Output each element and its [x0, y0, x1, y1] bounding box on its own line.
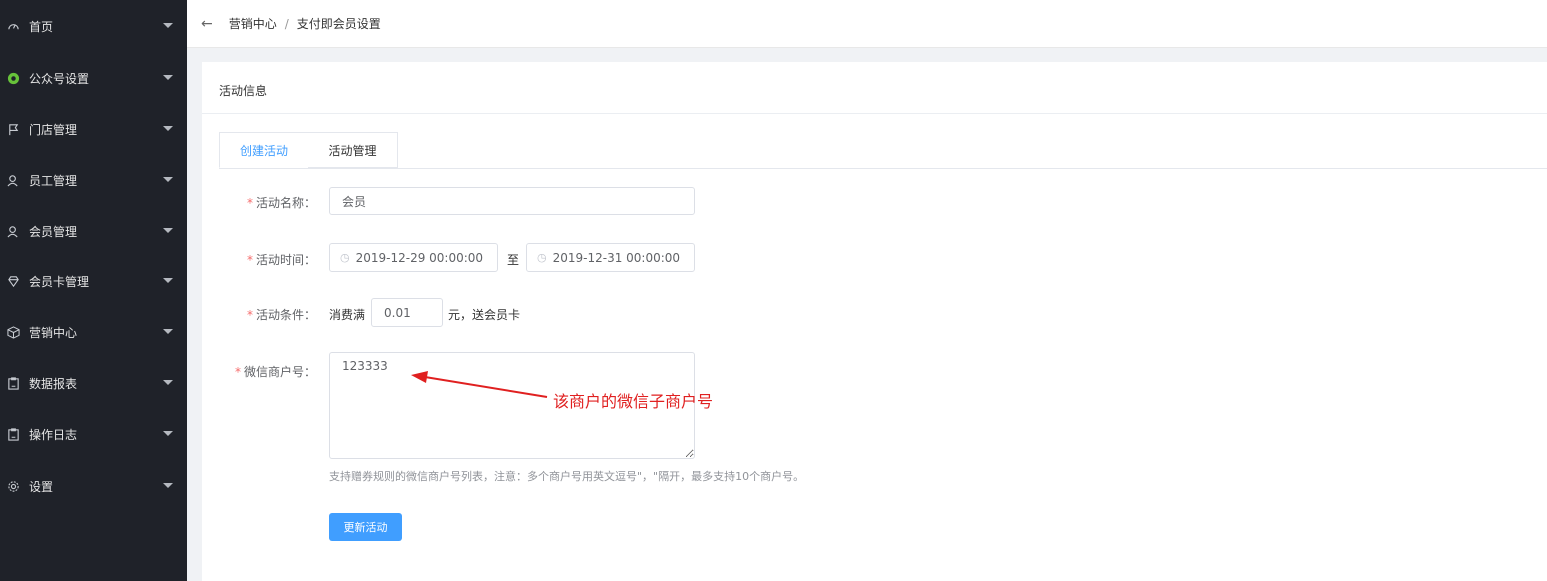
merchant-id-hint: 支持赠券规则的微信商户号列表，注意：多个商户号用英文逗号"，"隔开，最多支持10…	[329, 470, 805, 483]
tabs-divider	[219, 168, 1547, 169]
chevron-down-icon	[163, 431, 173, 436]
end-time-picker[interactable]: ◷ 2019-12-31 00:00:00	[526, 243, 695, 272]
clipboard-icon	[6, 427, 20, 441]
required-mark: *	[234, 365, 241, 379]
sidebar-item-label: 首页	[29, 19, 54, 34]
sidebar-item-logs[interactable]: 操作日志	[0, 416, 187, 452]
top-header: ← 营销中心 / 支付即会员设置	[187, 0, 1547, 48]
chevron-down-icon	[163, 380, 173, 385]
activity-time-label: * 活动时间：	[246, 253, 316, 267]
diamond-icon	[6, 274, 20, 288]
sidebar-item-staff[interactable]: 员工管理	[0, 162, 187, 198]
sidebar-item-label: 会员管理	[29, 224, 78, 239]
end-time-value: 2019-12-31 00:00:00	[552, 250, 681, 265]
chevron-down-icon	[163, 23, 173, 28]
user-icon	[6, 224, 20, 238]
chevron-down-icon	[163, 329, 173, 334]
sidebar-item-label: 员工管理	[29, 173, 78, 188]
wechat-icon	[6, 71, 20, 85]
clipboard-icon	[6, 376, 20, 390]
sidebar-item-label: 设置	[29, 479, 54, 494]
annotation-text: 该商户的微信子商户号	[553, 392, 714, 411]
clock-icon: ◷	[340, 251, 350, 264]
min-spend-input[interactable]	[371, 298, 443, 327]
sidebar-item-wechat-settings[interactable]: 公众号设置	[0, 60, 187, 96]
chevron-down-icon	[163, 75, 173, 80]
required-mark: *	[246, 308, 253, 322]
chevron-down-icon	[163, 228, 173, 233]
cube-icon	[6, 325, 20, 339]
card-title: 活动信息	[219, 84, 268, 98]
activity-name-label: * 活动名称：	[246, 196, 316, 210]
update-activity-button[interactable]: 更新活动	[329, 513, 402, 541]
tab-create-activity[interactable]: 创建活动	[219, 132, 309, 168]
sidebar-item-label: 门店管理	[29, 122, 78, 137]
sidebar-item-settings[interactable]: 设置	[0, 468, 187, 504]
tab-activity-management[interactable]: 活动管理	[308, 132, 398, 168]
chevron-down-icon	[163, 126, 173, 131]
start-time-picker[interactable]: ◷ 2019-12-29 00:00:00	[329, 243, 498, 272]
sidebar-item-members[interactable]: 会员管理	[0, 213, 187, 249]
sidebar-item-label: 营销中心	[29, 325, 78, 340]
sidebar-item-label: 会员卡管理	[29, 274, 90, 289]
required-mark: *	[246, 196, 253, 210]
breadcrumb-current: 支付即会员设置	[296, 17, 381, 31]
condition-suffix: 元，送会员卡	[448, 308, 521, 322]
sidebar-item-label: 操作日志	[29, 427, 78, 442]
card-header: 活动信息	[202, 62, 1547, 114]
start-time-value: 2019-12-29 00:00:00	[355, 250, 484, 265]
merchant-id-label: * 微信商户号：	[234, 365, 316, 379]
breadcrumb-marketing[interactable]: 营销中心	[229, 15, 277, 32]
chevron-down-icon	[163, 177, 173, 182]
chevron-down-icon	[163, 278, 173, 283]
sidebar-item-store[interactable]: 门店管理	[0, 111, 187, 147]
sidebar-item-marketing[interactable]: 营销中心	[0, 314, 187, 350]
sidebar-item-label: 数据报表	[29, 376, 78, 391]
time-range-separator: 至	[507, 253, 520, 267]
sidebar: 首页 公众号设置 门店管理 员工管理 会员管理 会员卡管理 营销中心 数据报表 …	[0, 0, 187, 581]
sidebar-item-label: 公众号设置	[29, 71, 90, 86]
sidebar-item-member-cards[interactable]: 会员卡管理	[0, 263, 187, 299]
user-icon	[6, 173, 20, 187]
chevron-down-icon	[163, 483, 173, 488]
required-mark: *	[246, 253, 253, 267]
dashboard-icon	[6, 19, 20, 33]
clock-icon: ◷	[537, 251, 547, 264]
condition-prefix: 消费满	[329, 308, 366, 322]
annotation-arrow-icon	[411, 371, 548, 398]
sidebar-item-reports[interactable]: 数据报表	[0, 365, 187, 401]
breadcrumb-separator: /	[284, 16, 289, 31]
back-arrow-icon[interactable]: ←	[201, 16, 213, 32]
gear-icon	[6, 479, 20, 493]
activity-condition-label: * 活动条件：	[246, 308, 316, 322]
activity-name-input[interactable]	[329, 187, 695, 215]
flag-icon	[6, 122, 20, 136]
sidebar-item-home[interactable]: 首页	[0, 8, 187, 44]
